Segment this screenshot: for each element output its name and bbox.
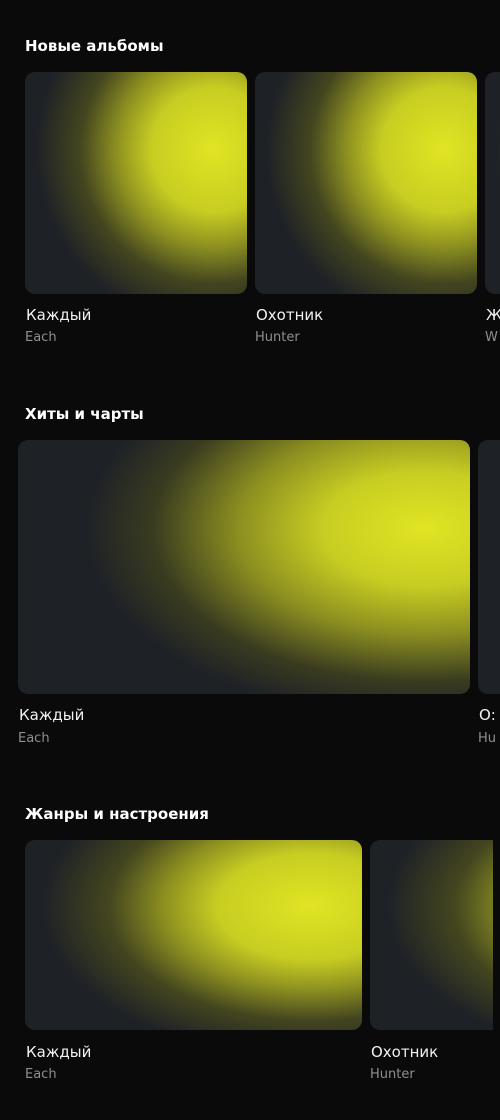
album-cover[interactable] bbox=[485, 72, 500, 294]
genre-card[interactable]: Каждый Each bbox=[25, 840, 362, 1090]
cover-art bbox=[255, 72, 477, 294]
cover-art bbox=[18, 440, 470, 694]
chart-title: О: bbox=[479, 706, 496, 724]
chart-title: Каждый bbox=[19, 706, 85, 724]
genre-title: Каждый bbox=[26, 1043, 92, 1061]
genre-cover[interactable] bbox=[25, 840, 362, 1030]
album-cover[interactable] bbox=[255, 72, 477, 294]
album-subtitle: Hunter bbox=[255, 330, 300, 345]
section-title[interactable]: Новые альбомы bbox=[25, 37, 164, 55]
section-new-albums: Новые альбомы Каждый Each Охотник Hunter… bbox=[0, 0, 500, 380]
album-card[interactable]: Охотник Hunter bbox=[255, 72, 477, 352]
album-title: Ж bbox=[486, 306, 500, 324]
album-card[interactable]: Каждый Each bbox=[25, 72, 247, 352]
cover-art bbox=[478, 440, 500, 694]
cover-art bbox=[25, 72, 247, 294]
section-title[interactable]: Жанры и настроения bbox=[25, 805, 209, 823]
cover-art bbox=[25, 840, 362, 1030]
genre-title: Охотник bbox=[371, 1043, 439, 1061]
chart-cover[interactable] bbox=[478, 440, 500, 694]
section-genres-moods: Жанры и настроения Каждый Each Охотник H… bbox=[0, 780, 500, 1120]
album-subtitle: W bbox=[485, 330, 498, 345]
genre-subtitle: Hunter bbox=[370, 1067, 415, 1082]
album-title: Каждый bbox=[26, 306, 92, 324]
cover-art bbox=[370, 840, 493, 1030]
section-hits-charts: Хиты и чарты Каждый Each О: Hu bbox=[0, 380, 500, 780]
album-title: Охотник bbox=[256, 306, 324, 324]
album-subtitle: Each bbox=[25, 330, 57, 345]
chart-subtitle: Hu bbox=[478, 731, 497, 746]
cover-art bbox=[485, 72, 500, 294]
chart-cover[interactable] bbox=[18, 440, 470, 694]
genre-card[interactable]: Охотник Hunter bbox=[370, 840, 493, 1090]
album-cover[interactable] bbox=[25, 72, 247, 294]
chart-card[interactable]: Каждый Each bbox=[18, 440, 470, 750]
chart-subtitle: Each bbox=[18, 731, 50, 746]
album-card[interactable]: Ж W bbox=[485, 72, 500, 352]
genre-cover[interactable] bbox=[370, 840, 493, 1030]
chart-card[interactable]: О: Hu bbox=[478, 440, 500, 750]
section-title[interactable]: Хиты и чарты bbox=[25, 405, 144, 423]
genre-subtitle: Each bbox=[25, 1067, 57, 1082]
